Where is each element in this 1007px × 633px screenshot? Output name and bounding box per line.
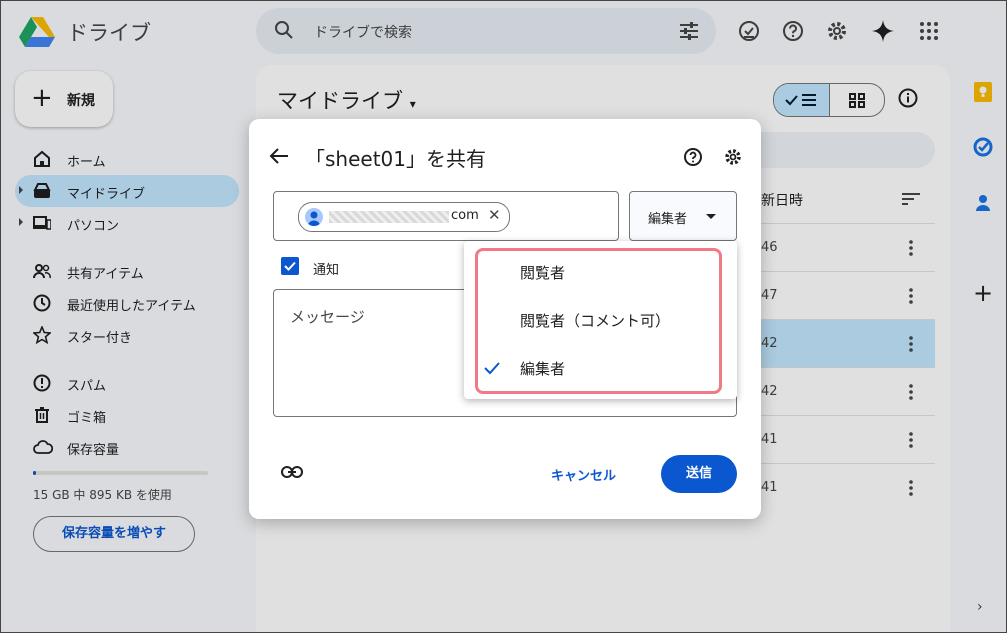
recipient-chip[interactable]: com ✕ xyxy=(298,202,510,232)
dropdown-arrow-icon xyxy=(706,214,716,219)
redacted-email xyxy=(329,211,449,223)
remove-chip-close-icon[interactable]: ✕ xyxy=(488,206,501,224)
back-arrow-icon[interactable] xyxy=(269,147,289,169)
add-people-input[interactable]: com ✕ xyxy=(273,191,619,241)
copy-link-icon[interactable] xyxy=(281,464,303,483)
avatar xyxy=(305,208,323,226)
cancel-button[interactable]: キャンセル xyxy=(551,465,616,484)
send-button[interactable]: 送信 xyxy=(661,455,737,493)
app-window: ドライブ ドライブで検索 + 新規 ホーム マイドライブ パソコン 共有アイテム… xyxy=(0,0,1007,633)
message-placeholder: メッセージ xyxy=(290,308,365,326)
role-select-label: 編集者 xyxy=(648,212,688,227)
annotation-highlight-box xyxy=(475,248,722,394)
role-select[interactable]: 編集者 xyxy=(629,191,737,241)
dialog-title: 「sheet01」を共有 xyxy=(305,147,486,171)
notify-label: 通知 xyxy=(313,263,340,278)
help-icon[interactable] xyxy=(683,147,703,171)
notify-checkbox[interactable] xyxy=(281,257,299,275)
settings-gear-icon[interactable] xyxy=(723,147,743,171)
recipient-email-suffix: com xyxy=(451,208,479,223)
